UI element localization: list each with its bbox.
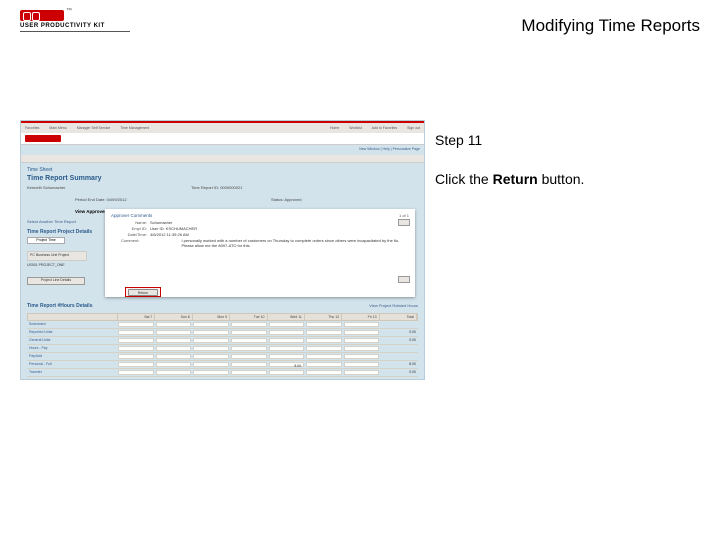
hours-table: Sat 7 Sun 8 Mon 9 Tue 10 Wed 11 Thu 12 F… [27,313,418,377]
topnav-link[interactable]: Worklist [349,126,361,130]
return-button-highlight: Return [125,287,161,297]
table-row: Personal - Full8.008.00 [27,361,418,369]
instruction-text: Click the Return button. [435,169,700,190]
status-label: Status: Approved [271,197,301,202]
step-label: Step 11 [435,130,700,151]
tab-project-time[interactable]: Project Time [27,237,65,244]
brand-band [21,133,424,145]
edge-button[interactable] [398,219,410,226]
table-header: Sat 7 Sun 8 Mon 9 Tue 10 Wed 11 Thu 12 F… [27,313,418,321]
toolbar-strip [21,155,424,163]
breadcrumb-item[interactable]: Time Management [120,126,149,130]
breadcrumb-item[interactable]: Favorites [25,126,39,130]
dialog-title: Approver Comments [111,213,409,218]
page-section-title: Time Report Summary [27,175,102,182]
product-name: USER PRODUCTIVITY KIT [20,23,130,29]
table-row: Pay/Add [27,353,418,361]
topnav-link[interactable]: Home [330,126,339,130]
trademark-symbol: ™ [66,8,72,14]
comment-label: Comment: [111,238,139,248]
emplid-label: Empl ID: [111,226,147,231]
table-row: Transfer0.00 [27,369,418,377]
emplid-value: User ID: KSCHUMACHER [150,226,197,231]
app-screenshot: Favorites Main Menu Manager Self Service… [20,120,425,380]
table-row: Reported Units0.00 [27,329,418,337]
dialog-counter: 1 of 1 [399,213,409,218]
approver-comments-dialog: Approver Comments 1 of 1 Name:Schumacher… [105,209,415,297]
select-another-link[interactable]: Select Another Time Report [27,219,76,224]
window-links[interactable]: New Window | Help | Personalize Page [359,147,420,151]
breadcrumb-item[interactable]: Main Menu [49,126,66,130]
name-label: Name: [111,220,147,225]
breadcrumb-bar: Favorites Main Menu Manager Self Service… [21,123,424,133]
datetime-label: Date/Time: [111,232,147,237]
page-section-small: Time Sheet [27,167,52,173]
datetime-value: 4/6/2012 11:39:26 AM [150,232,189,237]
logo-divider [20,31,130,32]
comment-value: I personally worked with a number of cus… [181,238,409,248]
name-value: Schumacher [150,220,172,225]
topnav-link[interactable]: Add to Favorites [372,126,397,130]
edge-button[interactable] [398,276,410,283]
employee-name: Kenneth Schumacher [27,185,65,190]
table-row: General Units0.00 [27,337,418,345]
period-end-date: Period End Date: 04/09/2012 [75,197,127,202]
time-report-id: Time Report ID: 0000000021 [191,185,242,190]
breadcrumb-item[interactable]: Manager Self Service [77,126,110,130]
return-button[interactable]: Return [128,289,158,296]
page-header: ™ USER PRODUCTIVITY KIT Modifying Time R… [20,10,700,48]
right-controls [398,219,418,379]
section-header: Time Report Project Details [27,229,92,235]
oracle-logo-mark [20,10,64,21]
hours-table-title: Time Report #Hours Details [27,303,92,309]
instruction-panel: Step 11 Click the Return button. [435,120,700,380]
table-row: Hours - Pay [27,345,418,353]
topnav-link[interactable]: Sign out [407,126,420,130]
table-row: Scheduled [27,321,418,329]
page-title: Modifying Time Reports [521,16,700,36]
table-header-row: PC Business Unit Project [27,251,87,261]
project-line-details-button[interactable]: Project Line Details [27,277,85,285]
oracle-logo-mark [25,135,61,142]
